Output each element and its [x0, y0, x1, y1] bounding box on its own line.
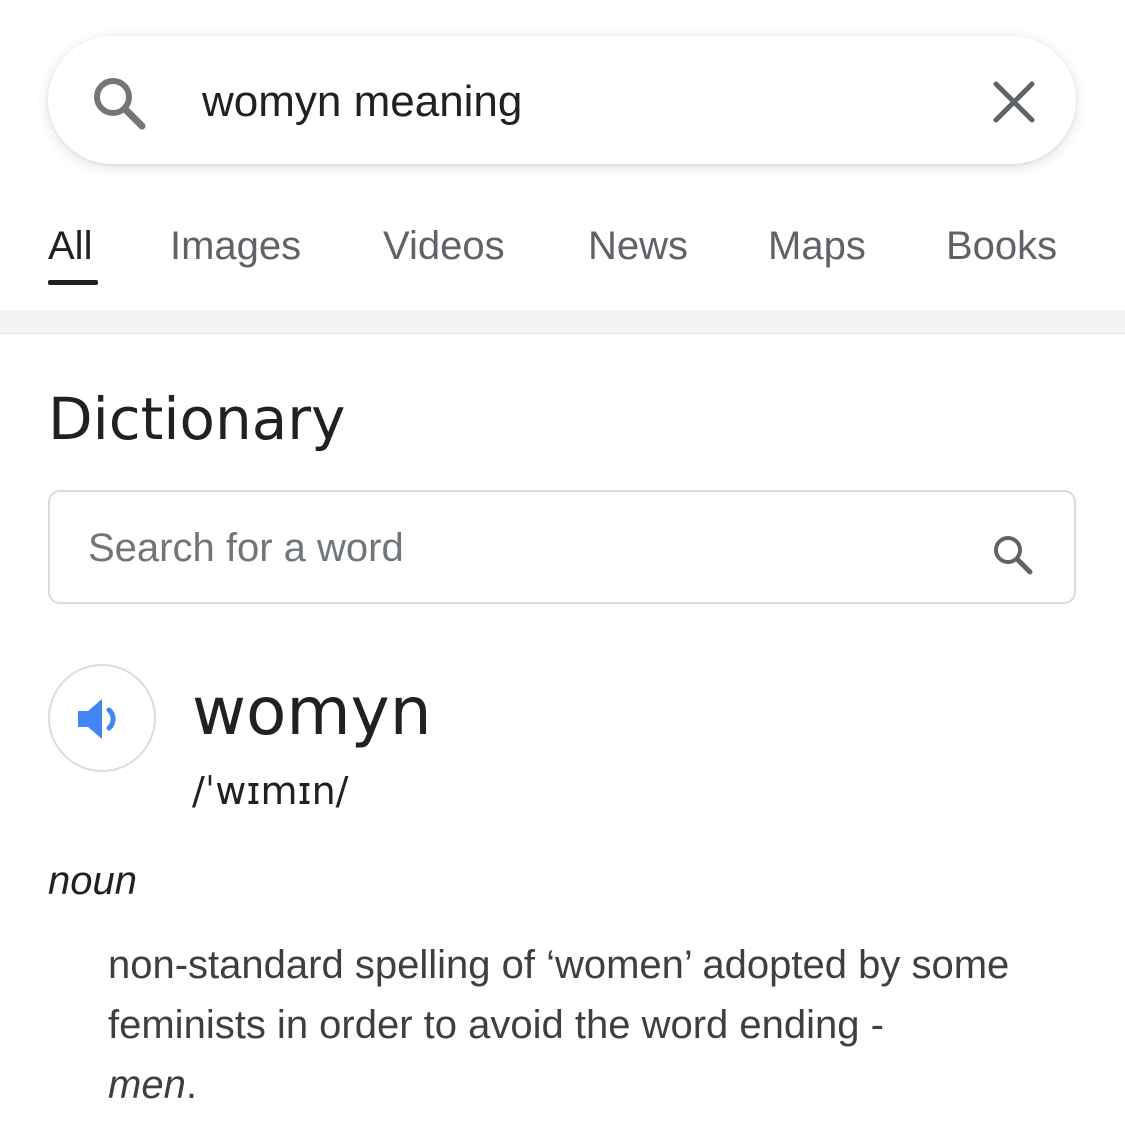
tab-books[interactable]: Books	[946, 224, 1057, 268]
clear-icon[interactable]	[988, 76, 1040, 128]
search-tabs: All Images Videos News Maps Books	[0, 210, 1125, 300]
tab-videos[interactable]: Videos	[383, 224, 505, 268]
speaker-icon	[78, 699, 116, 739]
tab-news[interactable]: News	[588, 224, 688, 268]
tab-maps[interactable]: Maps	[768, 224, 866, 268]
tab-all[interactable]: All	[48, 224, 92, 268]
word-search-input[interactable]	[88, 520, 968, 576]
definition: non-standard spelling of ‘women’ adopted…	[108, 935, 1088, 1115]
section-divider	[0, 310, 1125, 334]
definition-italic-text: men	[108, 1063, 186, 1107]
search-icon[interactable]	[990, 532, 1034, 576]
part-of-speech: noun	[48, 859, 137, 903]
definition-end: .	[185, 1063, 197, 1107]
search-icon[interactable]	[90, 74, 148, 132]
dictionary-title: Dictionary	[48, 385, 346, 453]
active-tab-indicator	[48, 280, 98, 285]
word-search-box[interactable]	[48, 490, 1076, 604]
definition-text: non-standard spelling of ‘women’ adopted…	[108, 943, 1010, 1047]
tab-images[interactable]: Images	[170, 224, 301, 268]
dictionary-headword: womyn	[192, 673, 432, 750]
pronunciation-audio-button[interactable]	[48, 664, 156, 772]
search-query-input[interactable]: womyn meaning	[202, 72, 522, 132]
pronunciation: /ˈwɪmɪn/	[192, 769, 349, 813]
